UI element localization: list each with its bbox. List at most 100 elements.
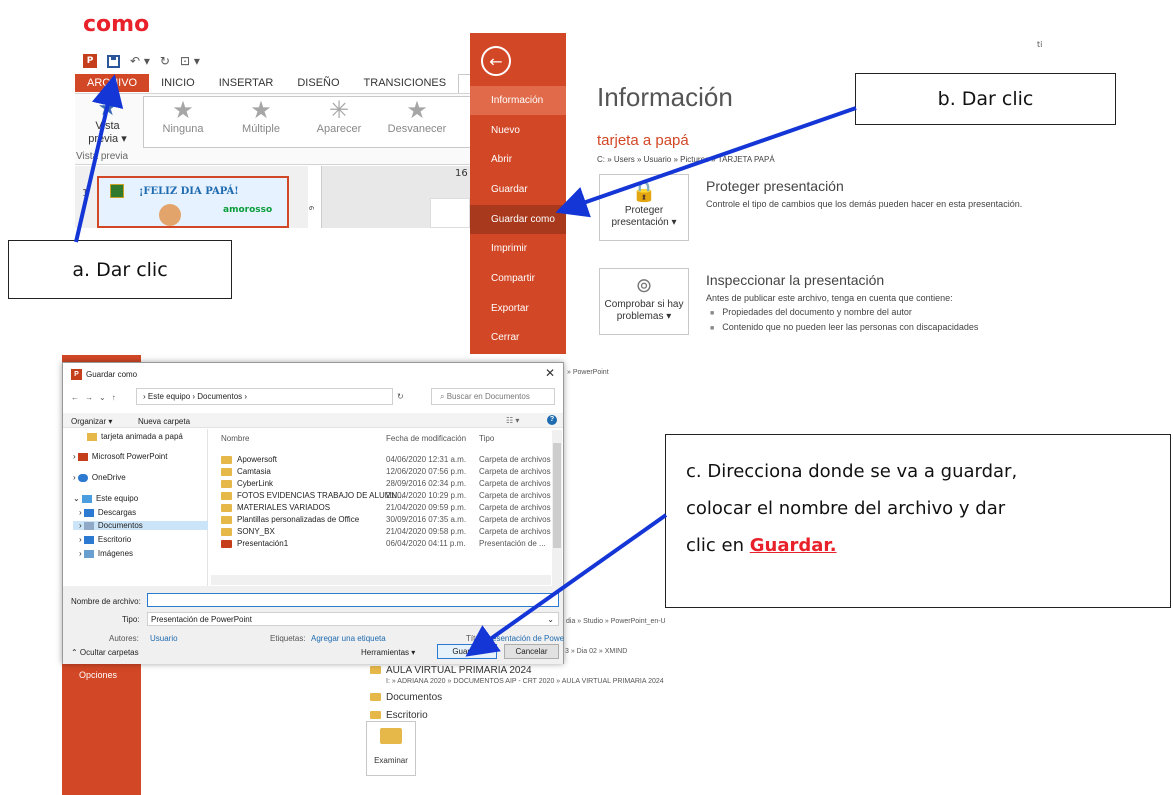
nav-item[interactable]: ⌄ Este equipo — [73, 494, 138, 503]
refresh-icon[interactable]: ↻ — [397, 392, 404, 401]
undo-icon[interactable]: ↶ ▾ — [130, 54, 150, 68]
nav-label: tarjeta animada a papá — [101, 432, 183, 441]
menu-opciones[interactable]: Opciones — [79, 670, 117, 680]
menu-guardar[interactable]: Guardar — [470, 175, 566, 204]
menu-imprimir[interactable]: Imprimir — [470, 234, 566, 263]
tab-inicio[interactable]: INICIO — [149, 74, 207, 92]
nav-item[interactable]: › Imágenes — [79, 549, 133, 558]
info-title: Información — [597, 82, 733, 112]
folder-icon — [221, 467, 232, 476]
close-icon[interactable]: ✕ — [545, 366, 555, 380]
file-type: Carpeta de archivos — [479, 527, 551, 536]
authors-label: Autores: — [109, 634, 139, 643]
nav-item[interactable]: › Descargas — [79, 508, 136, 517]
scrollbar-thumb[interactable] — [553, 443, 561, 548]
redo-icon[interactable]: ↻ — [160, 54, 170, 68]
cancel-button[interactable]: Cancelar — [504, 644, 559, 659]
powerpoint-file-icon — [221, 539, 232, 548]
filename-input[interactable] — [147, 593, 559, 607]
help-icon[interactable]: ? — [547, 415, 557, 425]
transition-multiple[interactable]: ★ Múltiple — [222, 97, 300, 147]
family-image — [159, 204, 181, 226]
recent-folder-label: Documentos — [386, 692, 443, 703]
preview-star-icon: ★ — [97, 95, 118, 120]
horizontal-scrollbar[interactable] — [211, 575, 551, 585]
file-name-text: Apowersoft — [237, 455, 278, 464]
file-name: MATERIALES VARIADOS — [221, 503, 330, 512]
slide-thumbnail[interactable] — [97, 176, 289, 228]
save-icon[interactable] — [107, 54, 120, 68]
quick-access-toolbar: P ↶ ▾ ↻ ⊡ ▾ — [83, 52, 200, 70]
back-arrow-icon[interactable]: ← — [71, 393, 79, 402]
up-arrow-icon[interactable]: ↑ — [112, 393, 116, 402]
nav-item[interactable]: › Microsoft PowerPoint — [73, 452, 167, 461]
tab-transiciones[interactable]: TRANSICIONES — [352, 74, 459, 92]
save-button[interactable]: Guardar — [437, 644, 497, 659]
check-issues-button[interactable]: ⊚ Comprobar si hay problemas ▾ — [599, 268, 689, 335]
desktop-icon — [83, 535, 94, 544]
preview-button[interactable]: ★ Vista previa ▾ — [80, 96, 135, 146]
chevron-down-icon[interactable]: ⌄ — [99, 393, 106, 402]
search-input[interactable]: ⌕ Buscar en Documentos — [431, 388, 555, 405]
organize-button[interactable]: Organizar ▾ — [71, 417, 112, 426]
menu-abrir[interactable]: Abrir — [470, 145, 566, 174]
filetype-select[interactable]: Presentación de PowerPoint ⌄ — [147, 612, 559, 626]
new-folder-button[interactable]: Nueva carpeta — [138, 417, 190, 426]
inspect-icon: ⊚ — [635, 275, 653, 297]
slide-editor-area: 9 — [308, 166, 470, 228]
preview-group-label: Vista previa — [76, 151, 129, 162]
menu-guardar-como[interactable]: Guardar como — [470, 205, 566, 234]
preview-label: Vista — [95, 120, 120, 132]
file-date: 04/06/2020 12:31 a.m. — [386, 455, 467, 464]
filetype-label: Tipo: — [122, 615, 140, 624]
check-issues-label: Comprobar si hay problemas ▾ — [604, 299, 684, 322]
callout-c-text: clic en — [686, 535, 750, 556]
transition-label: Desvanecer — [387, 123, 447, 135]
authors-value[interactable]: Usuario — [150, 634, 178, 643]
tags-value[interactable]: Agregar una etiqueta — [311, 634, 386, 643]
nav-item[interactable]: › OneDrive — [73, 473, 126, 482]
recent-folder-escritorio[interactable]: Escritorio — [370, 710, 428, 721]
header-name[interactable]: Nombre — [221, 434, 249, 443]
file-type: Carpeta de archivos — [479, 467, 551, 476]
recent-folder-aula[interactable]: AULA VIRTUAL PRIMARIA 2024 — [370, 665, 532, 676]
forward-arrow-icon[interactable]: → — [85, 393, 93, 402]
recent-folder-documentos[interactable]: Documentos — [370, 692, 442, 703]
menu-cerrar[interactable]: Cerrar — [470, 323, 566, 352]
header-type[interactable]: Tipo — [479, 434, 494, 443]
slide-text: amorosso — [223, 205, 273, 215]
nav-item[interactable]: tarjeta animada a papá — [87, 432, 183, 441]
file-name: FOTOS EVIDENCIAS TRABAJO DE ALUMN... — [221, 491, 404, 500]
ribbon-tabs: ARCHIVO INICIO INSERTAR DISEÑO TRANSICIO… — [75, 73, 495, 93]
menu-informacion[interactable]: Información — [470, 86, 566, 115]
slideshow-icon[interactable]: ⊡ ▾ — [180, 54, 200, 68]
slide-title: ¡FELIZ DIA PAPÁ! — [139, 186, 239, 197]
menu-nuevo[interactable]: Nuevo — [470, 116, 566, 145]
file-date: 12/06/2020 07:56 p.m. — [386, 467, 467, 476]
transition-fade[interactable]: ★ Desvanecer — [378, 97, 456, 147]
nav-item[interactable]: › Escritorio — [79, 535, 131, 544]
view-options-icon[interactable]: ☷ ▾ — [506, 416, 519, 425]
tools-dropdown[interactable]: Herramientas ▾ — [361, 648, 415, 657]
protect-presentation-button[interactable]: 🔒 Proteger presentación ▾ — [599, 174, 689, 241]
nav-item-selected[interactable]: › Documentos — [73, 521, 208, 530]
file-name-text: Presentación1 — [237, 539, 289, 548]
tab-insertar[interactable]: INSERTAR — [207, 74, 286, 92]
hide-folders-button[interactable]: ⌃ Ocultar carpetas — [71, 648, 139, 657]
transition-appear[interactable]: ✳ Aparecer — [300, 97, 378, 147]
header-date[interactable]: Fecha de modificación — [386, 434, 466, 443]
file-type: Carpeta de archivos — [479, 515, 551, 524]
menu-compartir[interactable]: Compartir — [470, 264, 566, 293]
back-arrow-icon[interactable]: ← — [481, 46, 511, 76]
browse-button[interactable]: Examinar — [366, 721, 416, 776]
tab-archivo[interactable]: ARCHIVO — [75, 74, 150, 92]
protect-heading: Proteger presentación — [706, 178, 844, 194]
menu-exportar[interactable]: Exportar — [470, 294, 566, 323]
tab-diseno[interactable]: DISEÑO — [285, 74, 351, 92]
nav-label: Documentos — [97, 521, 143, 530]
title-value[interactable]: Presentación de PowerP... — [484, 634, 564, 643]
file-type: Carpeta de archivos — [479, 491, 551, 500]
transition-gallery: ★ Ninguna ★ Múltiple ✳ Aparecer ★ Desvanecer — [143, 96, 473, 148]
folder-icon — [221, 515, 232, 524]
transition-none[interactable]: ★ Ninguna — [144, 97, 222, 147]
